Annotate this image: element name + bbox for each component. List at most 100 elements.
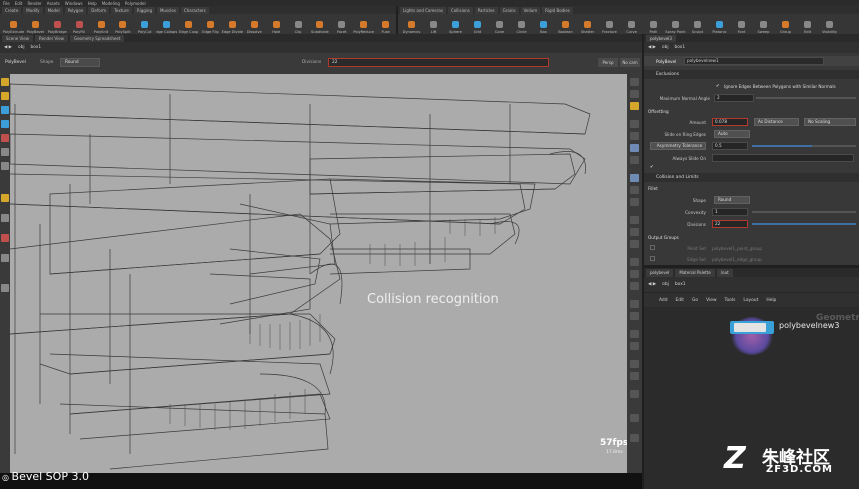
asymmetry-tolerance-slider[interactable]: [752, 145, 812, 147]
point-icon[interactable]: [630, 144, 639, 152]
network-nav-icon[interactable]: ◀ ▶: [648, 282, 656, 287]
param-path-node[interactable]: box1: [675, 45, 686, 50]
menu-item-5[interactable]: Help: [88, 1, 97, 6]
back-icon[interactable]: ◀ ▶: [4, 45, 12, 50]
shelf-tab-1[interactable]: Modify: [23, 6, 43, 14]
magnet-tool-icon[interactable]: [1, 234, 9, 242]
display-options-icon[interactable]: [630, 78, 639, 86]
slide-ring-edges-select[interactable]: Auto: [714, 130, 750, 138]
scale-tool-icon[interactable]: [1, 120, 9, 128]
dissolve-tool-button[interactable]: Dissolve: [244, 15, 265, 34]
template-icon[interactable]: [630, 228, 639, 236]
grid-tool-button[interactable]: Grid: [467, 15, 488, 34]
grid-icon[interactable]: [630, 300, 639, 308]
shade-icon[interactable]: [630, 132, 639, 140]
asymmetry-tolerance-button[interactable]: Asymmetry Tolerance: [650, 142, 706, 150]
hole-tool-button[interactable]: Hole: [266, 15, 287, 34]
persp-button[interactable]: Persp: [598, 58, 618, 67]
normal-icon[interactable]: [630, 156, 639, 164]
dynamics-tool-button[interactable]: Dynamics: [401, 15, 422, 34]
pane-tab-0[interactable]: Scene View: [2, 34, 33, 42]
polyfill-tool-button[interactable]: PolyFill: [69, 15, 90, 34]
path-node[interactable]: box1: [31, 45, 42, 50]
brush-tool-icon[interactable]: [1, 194, 9, 202]
polyknit-tool-button[interactable]: PolyKnit: [91, 15, 112, 34]
convexity-field[interactable]: 1: [712, 208, 748, 216]
shelf-tab-6[interactable]: Rigging: [133, 6, 155, 14]
primitive-icon[interactable]: [630, 174, 639, 182]
menu-item-0[interactable]: File: [3, 1, 10, 6]
menu-item-3[interactable]: Assets: [47, 1, 60, 6]
scene-viewport[interactable]: Collision recognition 57fps 17.6ms: [10, 74, 627, 473]
shatter-tool-button[interactable]: Shatter: [577, 15, 598, 34]
shelf-tab-right-4[interactable]: Vellum: [520, 6, 541, 14]
as-distance-select[interactable]: As Distance: [754, 118, 799, 126]
home-icon[interactable]: [630, 270, 639, 278]
rotate-tool-icon[interactable]: [1, 106, 9, 114]
menu-item-6[interactable]: Modeling: [102, 1, 120, 6]
platonic-tool-button[interactable]: Platonic: [709, 15, 730, 34]
select-tool-icon[interactable]: [1, 78, 9, 86]
menu-item-4[interactable]: Windows: [65, 1, 83, 6]
edge-collapse-tool-button[interactable]: Edge Collapse: [156, 15, 177, 34]
network-tab-2[interactable]: /out: [716, 268, 733, 277]
facet-tool-button[interactable]: Facet: [331, 15, 352, 34]
network-path-obj[interactable]: obj: [662, 282, 669, 287]
max-normal-angle-field[interactable]: 2: [714, 94, 754, 102]
ignore-checkbox[interactable]: ✔: [716, 83, 720, 88]
asymmetry-tolerance-field[interactable]: 0.5: [712, 142, 748, 150]
cone-tool-button[interactable]: Cone: [489, 15, 510, 34]
ortho-icon[interactable]: [630, 390, 639, 398]
shelf-tab-7[interactable]: Muscles: [156, 6, 179, 14]
move-tool-icon[interactable]: [1, 92, 9, 100]
group-tool-button[interactable]: Group: [775, 15, 796, 34]
shelf-tab-right-1[interactable]: Collisions: [447, 6, 473, 14]
pane-tab-2[interactable]: Geometry Spreadsheet: [69, 34, 125, 42]
render-icon[interactable]: [630, 360, 639, 368]
snapshot-icon[interactable]: [630, 330, 639, 338]
boolean-tool-button[interactable]: Boolean: [555, 15, 576, 34]
convexity-slider[interactable]: [752, 211, 856, 213]
visibility-tool-button[interactable]: Visibility: [819, 15, 840, 34]
polybridge-tool-button[interactable]: PolyBridge: [47, 15, 68, 34]
pane-tab-1[interactable]: Render View: [34, 34, 68, 42]
lock-icon[interactable]: [630, 102, 639, 110]
light-icon[interactable]: [630, 90, 639, 98]
snap-tool-icon[interactable]: [1, 214, 9, 222]
shelf-tab-5[interactable]: Texture: [111, 6, 132, 14]
curve-tool-button[interactable]: Curve: [621, 15, 642, 34]
enable-checkbox[interactable]: ✔: [650, 164, 654, 169]
network-menu-item-4[interactable]: Tools: [725, 298, 736, 303]
network-menu-item-3[interactable]: View: [706, 298, 716, 303]
polysplit-tool-button[interactable]: PolySplit: [112, 15, 133, 34]
network-menu-item-0[interactable]: Add: [659, 298, 668, 303]
info-icon[interactable]: [630, 414, 639, 422]
circle-tool-button[interactable]: Circle: [511, 15, 532, 34]
view-tool-icon[interactable]: [1, 162, 9, 170]
camera-icon[interactable]: [630, 258, 639, 266]
shelf-tab-2[interactable]: Model: [44, 6, 63, 14]
edge-cusp-tool-button[interactable]: Edge Cusp: [178, 15, 199, 34]
shelf-tab-3[interactable]: Polygon: [64, 6, 87, 14]
camera-button[interactable]: No cam: [620, 58, 640, 67]
handle-tool-icon[interactable]: [1, 134, 9, 142]
path-obj[interactable]: obj: [18, 45, 25, 50]
op-divisions-field[interactable]: 22: [328, 58, 549, 67]
always-slide-field[interactable]: [712, 154, 854, 162]
sphere-tool-button[interactable]: Sphere: [445, 15, 466, 34]
frame-icon[interactable]: [630, 282, 639, 290]
section-collision-limits[interactable]: Collision and Limits: [644, 173, 859, 182]
shelf-tab-4[interactable]: Deform: [88, 6, 110, 14]
clip-tool-button[interactable]: Clip: [288, 15, 309, 34]
polybevel-tool-button[interactable]: PolyBevel: [25, 15, 46, 34]
fracture-tool-button[interactable]: Fracture: [599, 15, 620, 34]
divisions-field[interactable]: 22: [712, 220, 748, 228]
network-menu-item-1[interactable]: Edit: [676, 298, 685, 303]
sweep-tool-button[interactable]: Sweep: [753, 15, 774, 34]
edge-divide-tool-button[interactable]: Edge Divide: [222, 15, 243, 34]
flipbook-icon[interactable]: [630, 342, 639, 350]
polyreduce-tool-button[interactable]: PolyReduce: [353, 15, 374, 34]
subdivide-tool-button[interactable]: Subdivide: [309, 15, 330, 34]
shelf-tab-right-3[interactable]: Grains: [499, 6, 519, 14]
param-node-name[interactable]: polybevelnew1: [684, 57, 824, 65]
